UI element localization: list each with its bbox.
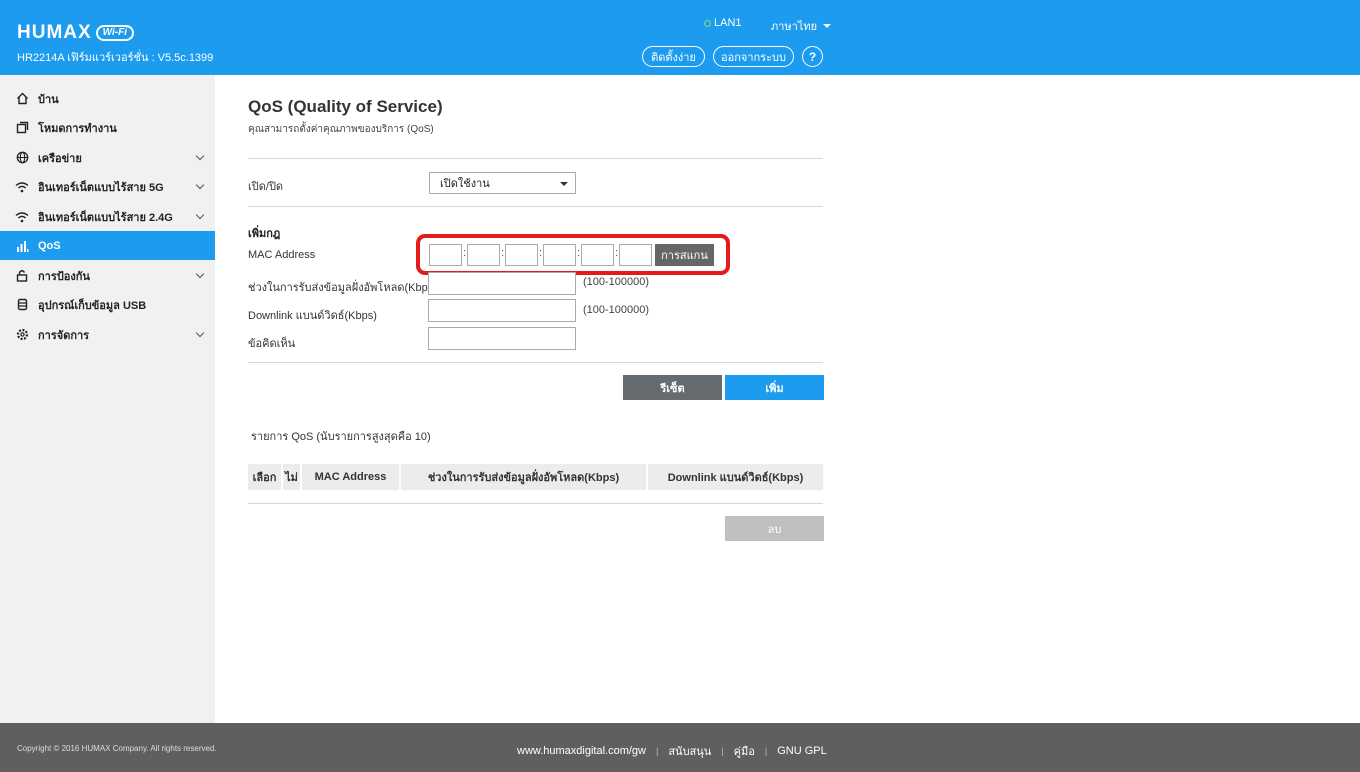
sidebar-item-label: การป้องกัน: [38, 270, 90, 283]
uplink-input[interactable]: [428, 272, 576, 295]
easy-setup-button[interactable]: ติดตั้งง่าย: [642, 46, 705, 67]
table-header-mac: MAC Address: [302, 464, 401, 490]
sidebar-item-wireless-5g[interactable]: อินเทอร์เน็ตแบบไร้สาย 5G: [0, 172, 215, 201]
usb-storage-icon: [15, 298, 29, 312]
downlink-range: (100-100000): [583, 304, 650, 316]
globe-icon: [15, 151, 29, 165]
footer-link-manual[interactable]: คู่มือ: [734, 742, 755, 760]
chevron-down-icon: [560, 182, 568, 186]
footer-link-website[interactable]: www.humaxdigital.com/gw: [517, 745, 646, 757]
bar-chart-icon: [15, 239, 29, 253]
sidebar-item-label: การจัดการ: [38, 329, 90, 342]
qos-table-header: เลือก ไม่ MAC Address ช่วงในการรับส่งข้อ…: [248, 464, 823, 490]
chevron-down-icon: [195, 210, 205, 220]
comment-input[interactable]: [428, 327, 576, 350]
sidebar-item-home[interactable]: บ้าน: [0, 84, 215, 113]
humax-logo: HUMAX Wi-Fi: [17, 22, 135, 44]
footer-separator: |: [721, 746, 724, 756]
wifi-icon: [15, 210, 29, 224]
sidebar-item-label: บ้าน: [38, 93, 59, 106]
divider: [248, 362, 823, 363]
wifi-icon: [15, 180, 29, 194]
uplink-label: ช่วงในการรับส่งข้อมูลฝั่งอัพโหลด(Kbps): [248, 282, 437, 294]
qos-toggle-label: เปิด/ปิด: [248, 181, 284, 193]
sidebar-item-qos[interactable]: QoS: [0, 231, 215, 260]
sidebar-item-label: เครือข่าย: [38, 152, 82, 165]
sidebar: บ้าน โหมดการทำงาน เครือข่าย อินเทอร์เน็ต…: [0, 75, 215, 723]
chevron-down-icon: [823, 24, 832, 28]
sidebar-item-label: อินเทอร์เน็ตแบบไร้สาย 2.4G: [38, 211, 173, 224]
footer-link-gpl[interactable]: GNU GPL: [777, 745, 827, 757]
footer-separator: |: [656, 746, 659, 756]
language-label: ภาษาไทย: [771, 21, 818, 33]
chevron-down-icon: [195, 151, 205, 161]
footer-links: www.humaxdigital.com/gw | สนับสนุน | คู่…: [517, 742, 827, 760]
page-title: QoS (Quality of Service): [248, 97, 443, 116]
help-button[interactable]: ?: [802, 46, 823, 67]
header: HUMAX Wi-Fi HR2214A เฟิร์มแวร์เวอร์ชั่น …: [0, 0, 1360, 75]
wifi-badge: Wi-Fi: [95, 25, 135, 41]
footer-link-support[interactable]: สนับสนุน: [668, 742, 711, 760]
qos-toggle-value: เปิดใช้งาน: [440, 178, 490, 190]
reset-button[interactable]: รีเซ็ต: [623, 375, 722, 400]
firmware-version: HR2214A เฟิร์มแวร์เวอร์ชั่น : V5.5c.1399: [17, 52, 214, 64]
sidebar-item-label: QoS: [38, 239, 61, 252]
footer-separator: |: [764, 746, 768, 756]
sidebar-item-usb-storage[interactable]: อุปกรณ์เก็บข้อมูล USB: [0, 290, 215, 319]
brand-name: HUMAX: [17, 22, 92, 43]
add-rule-heading: เพิ่มกฎ: [248, 228, 281, 240]
divider: [248, 503, 823, 504]
logout-button[interactable]: ออกจากระบบ: [713, 46, 794, 67]
sidebar-item-mode[interactable]: โหมดการทำงาน: [0, 113, 215, 142]
sidebar-item-label: อุปกรณ์เก็บข้อมูล USB: [38, 299, 147, 312]
delete-button[interactable]: ลบ: [725, 516, 824, 541]
downlink-input[interactable]: [428, 299, 576, 322]
chevron-down-icon: [195, 328, 205, 338]
sidebar-item-label: โหมดการทำงาน: [38, 122, 117, 135]
table-header-select: เลือก: [248, 464, 283, 490]
downlink-label: Downlink แบนด์วิดธ์(Kbps): [248, 310, 377, 322]
sidebar-item-management[interactable]: การจัดการ: [0, 320, 215, 349]
mac-address-label: MAC Address: [248, 249, 316, 261]
table-header-downlink: Downlink แบนด์วิดธ์(Kbps): [648, 464, 823, 490]
qos-toggle-select[interactable]: เปิดใช้งาน: [429, 172, 576, 194]
add-button[interactable]: เพิ่ม: [725, 375, 824, 400]
divider: [248, 158, 823, 159]
sidebar-item-wireless-24g[interactable]: อินเทอร์เน็ตแบบไร้สาย 2.4G: [0, 202, 215, 231]
lan-status-icon: [704, 19, 711, 27]
highlight-box: [416, 234, 730, 275]
chevron-down-icon: [195, 180, 205, 190]
language-selector[interactable]: ภาษาไทย: [771, 17, 832, 35]
mode-icon: [15, 121, 29, 135]
gear-icon: [15, 328, 29, 342]
sidebar-item-security[interactable]: การป้องกัน: [0, 261, 215, 290]
comment-label: ข้อคิดเห็น: [248, 338, 296, 350]
chevron-down-icon: [195, 269, 205, 279]
footer: Copyright © 2016 HUMAX Company. All righ…: [0, 723, 1360, 772]
page-subtitle: คุณสามารถตั้งค่าคุณภาพของบริการ (QoS): [248, 124, 434, 135]
home-icon: [15, 92, 29, 106]
lan-status-label: LAN1: [714, 17, 742, 29]
copyright: Copyright © 2016 HUMAX Company. All righ…: [17, 744, 217, 753]
qos-list-label: รายการ QoS (นับรายการสูงสุดคือ 10): [251, 431, 431, 443]
sidebar-item-label: อินเทอร์เน็ตแบบไร้สาย 5G: [38, 181, 164, 194]
table-header-uplink: ช่วงในการรับส่งข้อมูลฝั่งอัพโหลด(Kbps): [401, 464, 648, 490]
table-header-no: ไม่: [283, 464, 302, 490]
lock-icon: [15, 269, 29, 283]
lan-status: LAN1: [704, 17, 742, 29]
uplink-range: (100-100000): [583, 276, 650, 288]
sidebar-item-network[interactable]: เครือข่าย: [0, 143, 215, 172]
divider: [248, 206, 823, 207]
